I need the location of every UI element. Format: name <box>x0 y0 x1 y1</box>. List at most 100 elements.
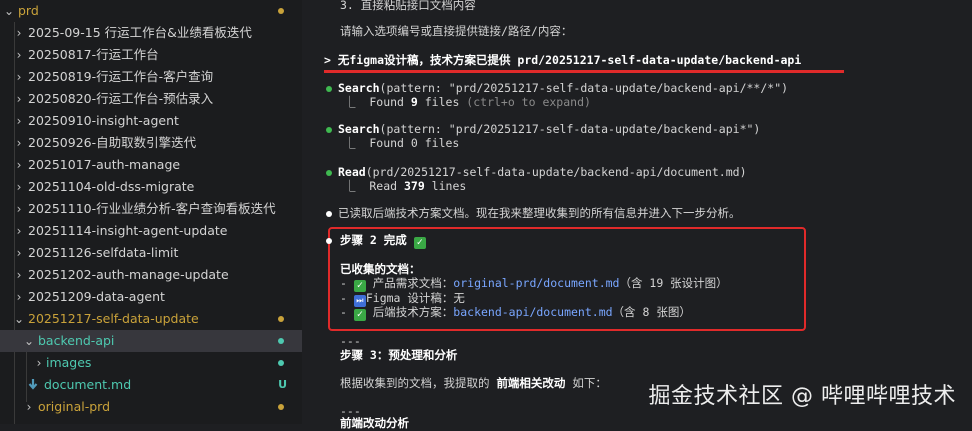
tool-name: Search <box>338 122 380 136</box>
chevron-down-icon: ⌄ <box>23 334 35 348</box>
tree-item-folder[interactable]: › 20250926-自助取数引擎迭代 <box>0 132 302 154</box>
result-prefix: ⎿ Found <box>344 95 411 109</box>
doc-note: （含 19 张设计图） <box>619 276 728 290</box>
tree-item-label: images <box>46 355 92 370</box>
tree-item-folder-open[interactable]: ⌄ backend-api <box>0 330 302 352</box>
chevron-right-icon: › <box>16 224 22 238</box>
step2-title-text: 步骤 2 完成 <box>340 233 407 247</box>
tree-item-folder[interactable]: › 20250910-insight-agent <box>0 110 302 132</box>
tree-item-folder[interactable]: › 20251126-selfdata-limit <box>0 242 302 264</box>
chevron-right-icon: › <box>16 92 22 106</box>
step-option-text: 3. 直接粘贴接口文档内容 <box>340 0 476 12</box>
tree-item-folder[interactable]: › images <box>0 352 302 374</box>
chevron-right-icon: › <box>16 136 22 150</box>
message-bullet <box>326 211 332 217</box>
step3-title: 步骤 3：预处理和分析 <box>340 348 458 362</box>
watermark: 掘金技术社区 @ 哔哩哔哩技术 <box>648 384 956 409</box>
tree-item-folder[interactable]: › 20250819-行运工作台-客户查询 <box>0 66 302 88</box>
prompt-question: 请输入选项编号或直接提供链接/路径/内容： <box>340 24 573 38</box>
doc-label: 后端技术方案： <box>372 305 454 319</box>
tree-item-folder[interactable]: › 20251209-data-agent <box>0 286 302 308</box>
doc-path: backend-api/document.md <box>453 305 613 319</box>
terminal-output: 3. 直接粘贴接口文档内容 请输入选项编号或直接提供链接/路径/内容： > 无f… <box>302 0 972 430</box>
tree-item-folder[interactable]: › 20251114-insight-agent-update <box>0 220 302 242</box>
highlight-underline <box>324 70 844 73</box>
tree-item-label: original-prd <box>38 399 111 414</box>
tree-item-label: document.md <box>44 377 132 392</box>
tree-item-label: 20251202-auth-manage-update <box>28 267 229 282</box>
chevron-right-icon: › <box>36 356 42 370</box>
tree-item-folder[interactable]: › original-prd <box>0 396 302 418</box>
prompt-arrow: > <box>324 53 331 67</box>
tree-item-folder[interactable]: › 2025-09-15 行运工作台&业绩看板迭代 <box>0 22 302 44</box>
check-icon: ✓ <box>413 237 426 249</box>
tree-item-label: 20251104-old-dss-migrate <box>28 179 195 194</box>
check-icon: ✓ <box>353 309 366 321</box>
tree-item-label: 20251110-行业业绩分析-客户查询看板迭代 <box>28 201 276 216</box>
untracked-dot <box>278 338 284 344</box>
tree-item-file[interactable]: document.md U <box>0 374 302 396</box>
doc-label: 产品需求文档： <box>372 276 454 290</box>
chevron-right-icon: › <box>16 246 22 260</box>
tree-item-folder[interactable]: › 20251017-auth-manage <box>0 154 302 176</box>
tree-item-folder[interactable]: › 20250817-行运工作台 <box>0 44 302 66</box>
tree-item-label: 2025-09-15 行运工作台&业绩看板迭代 <box>28 25 252 40</box>
markdown-file-icon <box>28 379 38 390</box>
tree-item-folder[interactable]: › 20250820-行运工作台-预估录入 <box>0 88 302 110</box>
doc-path: original-prd/document.md <box>453 276 620 290</box>
tree-item-label: 20250926-自助取数引擎迭代 <box>28 135 197 150</box>
tool-result: ⎿ Read 379 lines <box>344 178 466 194</box>
tree-item-folder[interactable]: › 20251202-auth-manage-update <box>0 264 302 286</box>
chevron-down-icon: ⌄ <box>3 4 15 18</box>
chevron-right-icon: › <box>16 268 22 282</box>
chevron-right-icon: › <box>16 114 22 128</box>
chevron-right-icon: › <box>26 400 32 414</box>
tree-item-folder[interactable]: › 20251104-old-dss-migrate <box>0 176 302 198</box>
result-prefix: ⎿ Read <box>344 179 404 193</box>
result-count: 379 <box>403 179 425 193</box>
tree-item-label: prd <box>18 3 39 18</box>
chevron-right-icon: › <box>16 158 22 172</box>
expand-hint: (ctrl+o to expand) <box>459 95 591 109</box>
tree-item-prd[interactable]: ⌄ prd <box>0 0 302 22</box>
result-count: 9 <box>410 95 418 109</box>
frontend-heading: 前端改动分析 <box>340 416 409 430</box>
tool-name: Read <box>338 165 366 179</box>
result-suffix: files <box>417 95 460 109</box>
analysis-emphasis: 前端相关改动 <box>496 376 566 390</box>
tree-item-label: 20251217-self-data-update <box>28 311 199 326</box>
tree-item-label: backend-api <box>38 333 115 348</box>
chevron-right-icon: › <box>16 290 22 304</box>
doc-label: Figma 设计稿：无 <box>365 291 465 305</box>
collected-doc-item: - ✓ 后端技术方案：backend-api/document.md（含 8 张… <box>340 305 691 321</box>
modified-dot <box>278 8 284 14</box>
tool-result: ⎿ Found 9 files (ctrl+o to expand) <box>344 94 591 110</box>
chevron-right-icon: › <box>16 202 22 216</box>
status-bullet <box>326 127 332 133</box>
chevron-right-icon: › <box>16 180 22 194</box>
tree-item-label: 20250820-行运工作台-预估录入 <box>28 91 214 106</box>
tree-item-label: 20251017-auth-manage <box>28 157 181 172</box>
tool-args: (pattern: "prd/20251217-self-data-update… <box>379 122 761 136</box>
analysis-suffix: 如下： <box>565 376 607 390</box>
tree-item-folder-open[interactable]: ⌄ 20251217-self-data-update <box>0 308 302 330</box>
status-bullet <box>326 86 332 92</box>
tree-item-label: 20251209-data-agent <box>28 289 165 304</box>
step2-title: 步骤 2 完成 ✓ <box>340 232 426 249</box>
result-suffix: lines <box>424 179 467 193</box>
tree-item-folder[interactable]: › 20251110-行业业绩分析-客户查询看板迭代 <box>0 198 302 220</box>
modified-dot <box>278 316 284 322</box>
untracked-badge: U <box>278 378 287 391</box>
tool-args: (pattern: "prd/20251217-self-data-update… <box>379 81 789 95</box>
chevron-down-icon: ⌄ <box>13 312 25 326</box>
status-bullet <box>326 170 332 176</box>
message-bullet <box>326 238 332 244</box>
tree-item-label: 20250910-insight-agent <box>28 113 179 128</box>
user-prompt: > 无figma设计稿，技术方案已提供 prd/20251217-self-da… <box>324 52 801 68</box>
modified-dot <box>278 404 284 410</box>
chevron-right-icon: › <box>16 48 22 62</box>
analysis-prefix: 根据收集到的文档，我提取的 <box>340 376 497 390</box>
tool-result: ⎿ Found 0 files <box>344 136 460 150</box>
prompt-text: 无figma设计稿，技术方案已提供 prd/20251217-self-data… <box>337 53 802 67</box>
tool-name: Search <box>338 81 380 95</box>
